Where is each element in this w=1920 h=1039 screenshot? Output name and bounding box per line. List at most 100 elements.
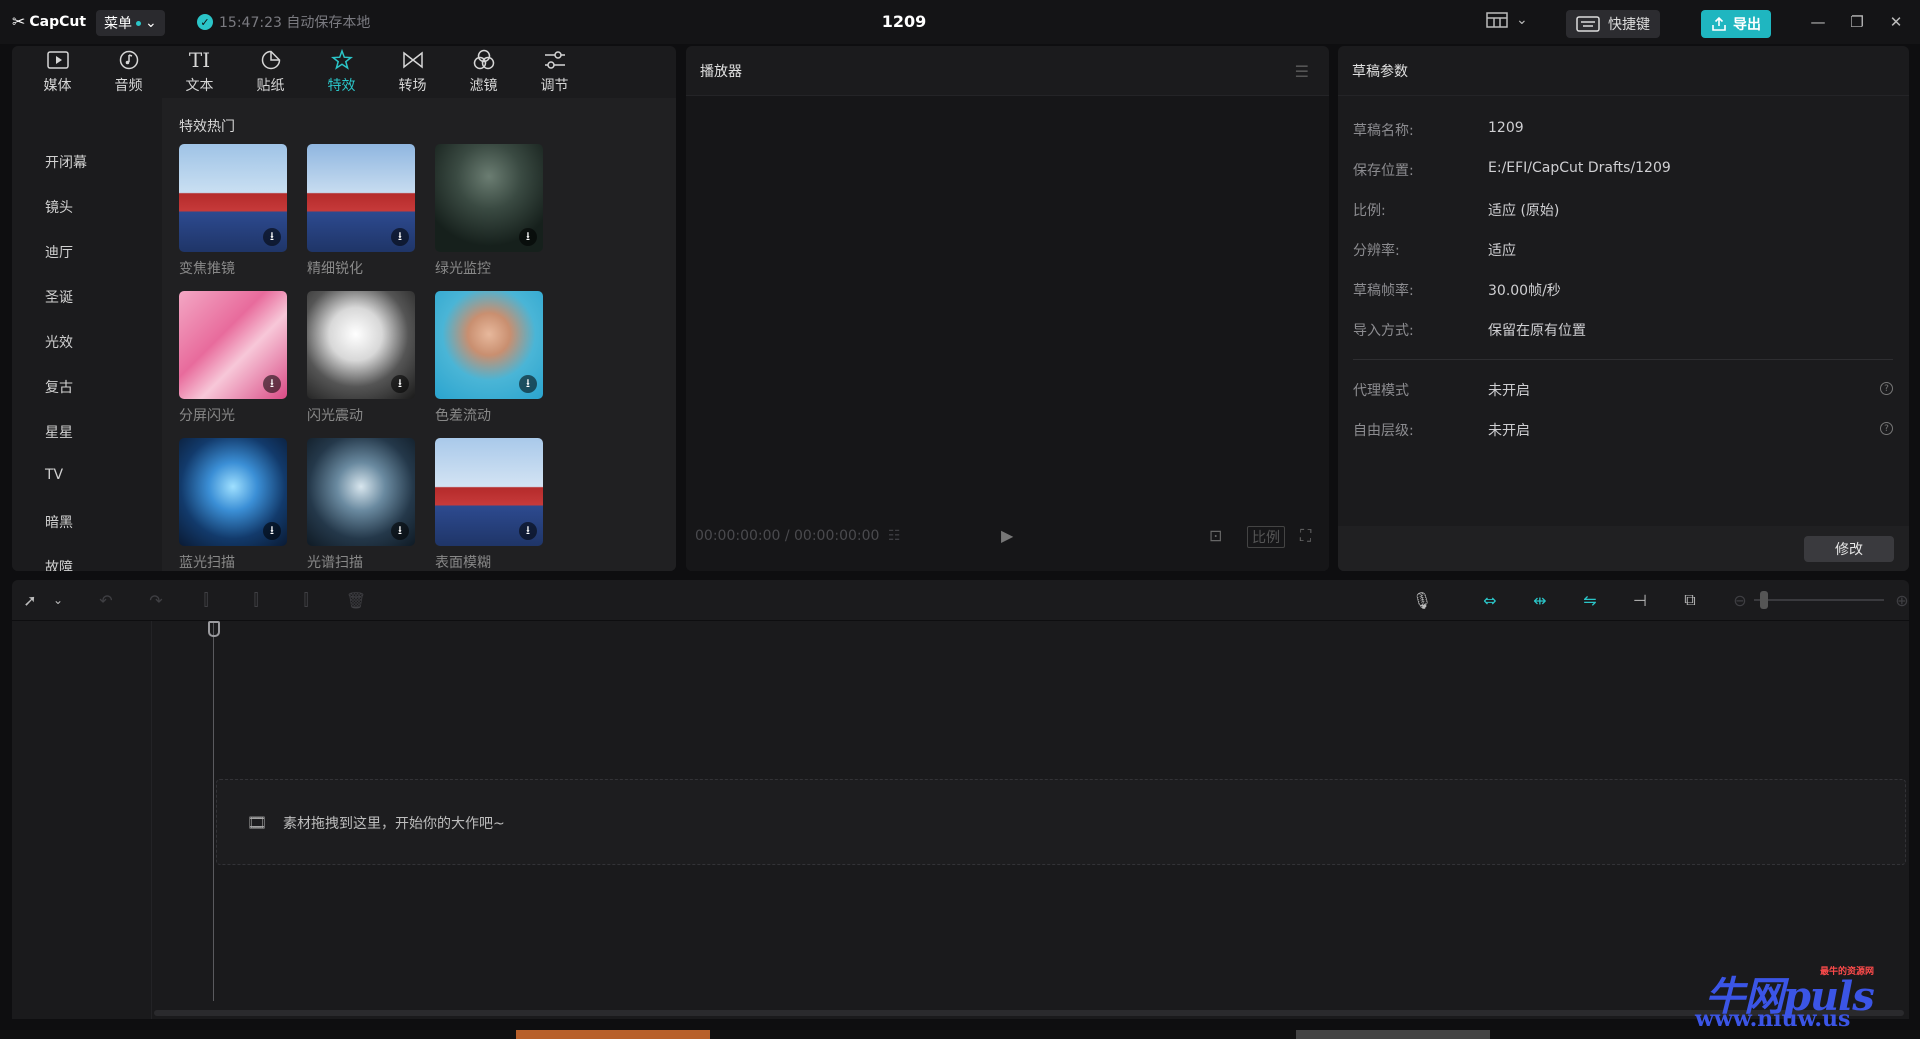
param-value: 未开启	[1488, 383, 1530, 399]
effect-thumbnail: ⭳	[435, 291, 543, 399]
effect-card[interactable]: ⭳ 变焦推镜	[179, 144, 287, 278]
shortcut-button[interactable]: 快捷键	[1566, 10, 1660, 38]
title-bar: ✂ CapCut 菜单 ⌄ ✓ 15:47:23 自动保存本地 1209 ⌄ 快…	[0, 0, 1920, 44]
effect-card[interactable]: ⭳ 色差流动	[435, 291, 543, 425]
category-item[interactable]: 暗黑	[45, 512, 73, 532]
effect-card[interactable]: ⭳ 闪光震动	[307, 291, 415, 425]
minimize-button[interactable]: —	[1806, 11, 1830, 33]
tab-filter[interactable]: 滤镜	[448, 46, 519, 98]
effect-card[interactable]: ⭳ 精细锐化	[307, 144, 415, 278]
redo-button[interactable]: ↷	[144, 588, 168, 612]
effect-card[interactable]: ⭳ 表面模糊	[435, 438, 543, 571]
timeline-list-icon[interactable]: ☷	[888, 528, 901, 544]
undo-button[interactable]: ↶	[94, 588, 118, 612]
draft-params-panel: 草稿参数 草稿名称: 1209 保存位置: E:/EFI/CapCut Draf…	[1338, 46, 1909, 571]
media-drop-zone[interactable]: 🎞 素材拖拽到这里，开始你的大作吧~	[216, 779, 1906, 865]
main-track-magnet-button[interactable]: ⇔	[1478, 588, 1502, 612]
tab-sticker[interactable]: 贴纸	[235, 46, 306, 98]
select-tool-dropdown[interactable]: ⌄	[46, 588, 70, 612]
split-icon: ⫿	[203, 590, 209, 609]
tab-audio[interactable]: 音频	[93, 46, 164, 98]
category-item[interactable]: 开闭幕	[45, 152, 87, 172]
track-header-column	[12, 621, 152, 1019]
split-left-button[interactable]: ⫿	[244, 588, 268, 612]
delete-button[interactable]: 🗑	[344, 588, 368, 612]
player-preview	[686, 96, 1329, 571]
download-icon[interactable]: ⭳	[263, 375, 281, 393]
tab-transition[interactable]: 转场	[377, 46, 448, 98]
tab-text[interactable]: TI 文本	[164, 46, 235, 98]
effect-card[interactable]: ⭳ 分屏闪光	[179, 291, 287, 425]
category-item[interactable]: 镜头	[45, 197, 73, 217]
filter-icon	[473, 49, 495, 71]
download-icon[interactable]: ⭳	[263, 228, 281, 246]
ratio-button[interactable]: 比例	[1247, 526, 1285, 548]
link-icon: ⇋	[1583, 590, 1597, 610]
section-title: 特效热门	[179, 119, 235, 135]
play-icon: ▶	[1001, 526, 1014, 545]
split-button[interactable]: ⫿	[194, 588, 218, 612]
category-item[interactable]: 圣诞	[45, 287, 73, 307]
effects-icon	[330, 49, 353, 71]
download-icon[interactable]: ⭳	[391, 375, 409, 393]
linkage-button[interactable]: ⇋	[1578, 588, 1602, 612]
effect-label: 闪光震动	[307, 408, 363, 424]
fullscreen-icon[interactable]: ⛶	[1300, 526, 1311, 546]
category-item[interactable]: 光效	[45, 332, 73, 352]
category-item[interactable]: 星星	[45, 422, 73, 442]
effect-card[interactable]: ⭳ 光谱扫描	[307, 438, 415, 571]
film-icon: 🎞	[247, 813, 268, 832]
record-audio-button[interactable]: 🎙	[1410, 588, 1434, 612]
category-item[interactable]: TV	[45, 467, 63, 483]
param-value: 30.00帧/秒	[1488, 283, 1561, 299]
effect-label: 表面模糊	[435, 555, 491, 571]
category-item[interactable]: 复古	[45, 377, 73, 397]
help-icon[interactable]: ?	[1880, 382, 1893, 395]
timeline-scrollbar[interactable]	[154, 1010, 1904, 1016]
close-icon: ✕	[1889, 13, 1903, 31]
playhead-handle[interactable]	[208, 621, 220, 637]
close-button[interactable]: ✕	[1884, 11, 1908, 33]
select-tool-button[interactable]: ➚	[18, 588, 42, 612]
fit-timeline-button[interactable]: ⧉	[1678, 588, 1702, 612]
download-icon[interactable]: ⭳	[391, 522, 409, 540]
layout-button[interactable]: ⌄	[1486, 12, 1528, 28]
effect-card[interactable]: ⭳ 绿光监控	[435, 144, 543, 278]
category-item[interactable]: 迪厅	[45, 242, 73, 262]
download-icon[interactable]: ⭳	[519, 522, 537, 540]
zoom-slider-track[interactable]	[1754, 599, 1884, 601]
preview-axis-button[interactable]: ⊣	[1628, 588, 1652, 612]
download-icon[interactable]: ⭳	[391, 228, 409, 246]
document-title: 1209	[881, 12, 927, 31]
taskbar-item[interactable]	[516, 1030, 710, 1039]
modify-button[interactable]: 修改	[1804, 536, 1894, 562]
tab-effects[interactable]: 特效	[306, 46, 377, 98]
effect-card[interactable]: ⭳ 蓝光扫描	[179, 438, 287, 571]
tab-adjust[interactable]: 调节	[519, 46, 590, 98]
auto-snap-button[interactable]: ⇹	[1528, 588, 1552, 612]
category-item[interactable]: 故障	[45, 557, 73, 571]
download-icon[interactable]: ⭳	[263, 522, 281, 540]
download-icon[interactable]: ⭳	[519, 228, 537, 246]
sticker-icon	[261, 49, 281, 71]
zoom-in-button[interactable]: ⊕	[1890, 588, 1914, 612]
export-button[interactable]: 导出	[1701, 10, 1771, 38]
zoom-out-icon: ⊖	[1733, 590, 1747, 610]
param-row: 草稿帧率: 30.00帧/秒	[1353, 280, 1893, 300]
minimize-icon: —	[1810, 13, 1826, 31]
play-button[interactable]: ▶	[1001, 526, 1013, 545]
split-right-button[interactable]: ⫿	[294, 588, 318, 612]
effect-label: 变焦推镜	[179, 261, 235, 277]
maximize-button[interactable]: ❐	[1845, 11, 1869, 33]
timeline: 🎞 素材拖拽到这里，开始你的大作吧~	[12, 621, 1909, 1019]
menu-icon[interactable]: ☰	[1295, 62, 1309, 81]
zoom-slider-handle[interactable]	[1760, 591, 1768, 609]
download-icon[interactable]: ⭳	[519, 375, 537, 393]
help-icon[interactable]: ?	[1880, 422, 1893, 435]
undo-icon: ↶	[99, 590, 113, 610]
tab-media[interactable]: 媒体	[22, 46, 93, 98]
zoom-out-button[interactable]: ⊖	[1728, 588, 1752, 612]
taskbar-item[interactable]	[1296, 1030, 1490, 1039]
screenshot-icon[interactable]: ⊡	[1209, 526, 1222, 545]
param-value: E:/EFI/CapCut Drafts/1209	[1488, 160, 1671, 176]
